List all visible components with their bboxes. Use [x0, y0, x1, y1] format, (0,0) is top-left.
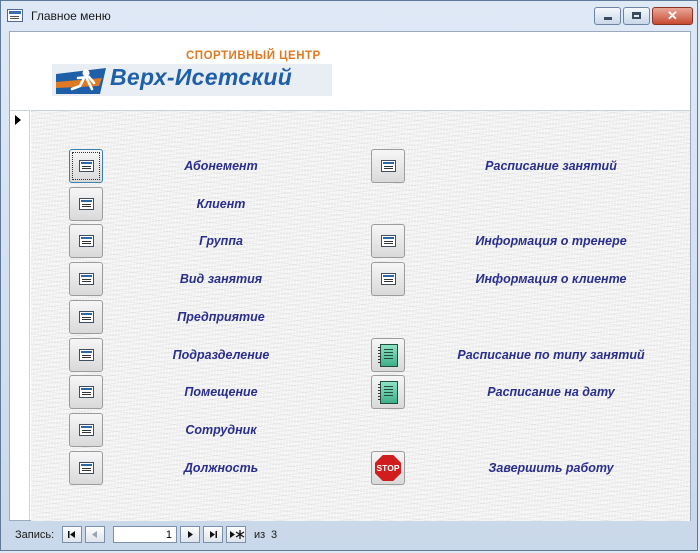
- form-header: СПОРТИВНЫЙ ЦЕНТР Верх-Исетский: [10, 32, 690, 110]
- menu-label-left-6: Подразделение: [172, 348, 270, 362]
- menu-button-right-4[interactable]: [371, 338, 405, 372]
- logo-top-text: СПОРТИВНЫЙ ЦЕНТР: [186, 50, 321, 62]
- menu-button-left-6[interactable]: [69, 338, 103, 372]
- menu-label-right-1: Расписание занятий: [485, 159, 617, 173]
- menu-button-left-9[interactable]: [69, 451, 103, 485]
- form-frame: СПОРТИВНЫЙ ЦЕНТР Верх-Исетский Абонемент…: [9, 31, 691, 521]
- record-of-label: из: [254, 529, 266, 541]
- record-navigation-bar: Запись: из 3: [9, 524, 691, 546]
- new-record-icon: [230, 530, 245, 539]
- menu-button-left-4[interactable]: [69, 262, 103, 296]
- menu-label-left-9: Должность: [183, 461, 259, 475]
- title-bar[interactable]: Главное меню ✕: [1, 1, 697, 31]
- menu-label-right-6: Завершить работу: [488, 461, 614, 475]
- form-icon: [381, 235, 396, 247]
- sports-center-logo: СПОРТИВНЫЙ ЦЕНТР Верх-Исетский: [52, 50, 332, 102]
- menu-button-right-6[interactable]: STOP: [371, 451, 405, 485]
- runner-logo-icon: [56, 68, 106, 94]
- menu-button-left-5[interactable]: [69, 300, 103, 334]
- record-label: Запись:: [15, 529, 55, 541]
- menu-button-right-3[interactable]: [371, 262, 405, 296]
- menu-label-right-3: Информация о клиенте: [475, 272, 627, 286]
- form-icon: [79, 424, 94, 436]
- first-record-button[interactable]: [62, 526, 82, 543]
- form-icon: [381, 160, 396, 172]
- record-selector[interactable]: [10, 110, 30, 520]
- menu-label-left-8: Сотрудник: [185, 423, 257, 437]
- menu-label-left-4: Вид занятия: [179, 272, 263, 286]
- menu-label-left-2: Клиент: [196, 197, 246, 211]
- form-icon: [381, 273, 396, 285]
- next-record-button[interactable]: [180, 526, 200, 543]
- close-icon: ✕: [667, 8, 678, 23]
- close-button[interactable]: ✕: [652, 7, 693, 25]
- menu-button-left-3[interactable]: [69, 224, 103, 258]
- menu-label-left-5: Предприятие: [177, 310, 265, 324]
- menu-button-left-2[interactable]: [69, 187, 103, 221]
- menu-label-left-7: Помещение: [184, 385, 258, 399]
- logo-main-text: Верх-Исетский: [110, 64, 293, 90]
- menu-button-left-8[interactable]: [69, 413, 103, 447]
- menu-button-left-1[interactable]: [69, 149, 103, 183]
- form-icon: [79, 235, 94, 247]
- last-record-button[interactable]: [203, 526, 223, 543]
- report-icon: [378, 381, 398, 404]
- next-record-icon: [188, 531, 193, 538]
- menu-button-right-2[interactable]: [371, 224, 405, 258]
- record-total-count: 3: [271, 529, 278, 541]
- menu-label-left-1: Абонемент: [184, 159, 258, 173]
- menu-label-right-5: Расписание на дату: [487, 385, 615, 399]
- current-record-input[interactable]: [113, 526, 177, 543]
- maximize-button[interactable]: [623, 7, 650, 25]
- main-menu-window: Главное меню ✕ СПОРТИВНЫЙ ЦЕНТР Верх-Исе…: [0, 0, 698, 551]
- form-icon: [79, 311, 94, 323]
- form-icon: [79, 198, 94, 210]
- form-icon: [79, 160, 94, 172]
- new-record-button[interactable]: [226, 526, 246, 543]
- minimize-button[interactable]: [594, 7, 621, 25]
- menu-label-left-3: Группа: [199, 234, 243, 248]
- current-record-arrow-icon: [15, 115, 21, 125]
- menu-label-right-2: Информация о тренере: [475, 234, 627, 248]
- form-window-icon: [7, 9, 23, 22]
- report-icon: [378, 344, 398, 367]
- last-record-icon: [210, 531, 217, 538]
- menu-label-right-4: Расписание по типу занятий: [457, 348, 645, 362]
- menu-button-left-7[interactable]: [69, 375, 103, 409]
- window-title: Главное меню: [31, 9, 111, 23]
- menu-panel: Абонемент Клиент Группа Вид занятия Предприя…: [31, 110, 690, 521]
- form-icon: [79, 386, 94, 398]
- menu-button-right-1[interactable]: [371, 149, 405, 183]
- form-icon: [79, 462, 94, 474]
- first-record-icon: [68, 531, 75, 538]
- form-icon: [79, 349, 94, 361]
- previous-record-button[interactable]: [85, 526, 105, 543]
- previous-record-icon: [92, 531, 97, 538]
- menu-button-right-5[interactable]: [371, 375, 405, 409]
- form-icon: [79, 273, 94, 285]
- stop-icon-text: STOP: [376, 463, 400, 473]
- stop-icon: STOP: [375, 455, 401, 481]
